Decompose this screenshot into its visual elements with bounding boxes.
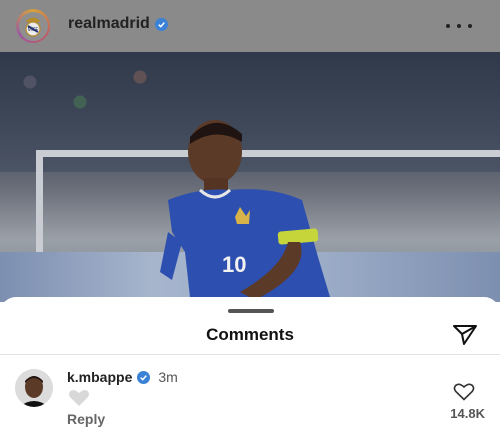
- comment-time: 3m: [158, 369, 178, 385]
- divider: [0, 354, 500, 355]
- account-avatar[interactable]: MCF: [10, 8, 58, 44]
- like-count: 14.8K: [450, 406, 485, 421]
- comment-header: k.mbappe 3m: [67, 369, 178, 385]
- verified-badge-icon: [154, 17, 168, 31]
- post-username-text[interactable]: realmadrid: [68, 15, 150, 33]
- post-header: MCF realmadrid: [0, 0, 500, 52]
- post-username[interactable]: realmadrid: [68, 15, 168, 33]
- commenter-avatar[interactable]: [15, 369, 53, 407]
- heart-icon: [69, 390, 89, 406]
- more-options-button[interactable]: [446, 16, 472, 36]
- svg-text:10: 10: [222, 252, 246, 277]
- post-photo[interactable]: 10: [0, 52, 500, 302]
- more-dot: [457, 24, 461, 28]
- heart-outline-icon[interactable]: [453, 383, 475, 401]
- more-dot: [468, 24, 472, 28]
- svg-text:MCF: MCF: [28, 27, 39, 33]
- football-player-image: 10: [160, 120, 330, 300]
- story-ring: MCF: [16, 9, 50, 43]
- verified-badge-icon: [137, 370, 151, 384]
- send-icon[interactable]: [452, 324, 478, 346]
- comments-title: Comments: [206, 325, 294, 344]
- comments-sheet: Comments k.mbappe 3m Reply 14.8K: [0, 297, 500, 440]
- more-horizontal-icon: [446, 24, 450, 28]
- commenter-username[interactable]: k.mbappe: [67, 369, 132, 385]
- reply-button[interactable]: Reply: [67, 411, 105, 427]
- drag-handle[interactable]: [228, 309, 274, 313]
- club-crest-icon: MCF: [18, 11, 48, 41]
